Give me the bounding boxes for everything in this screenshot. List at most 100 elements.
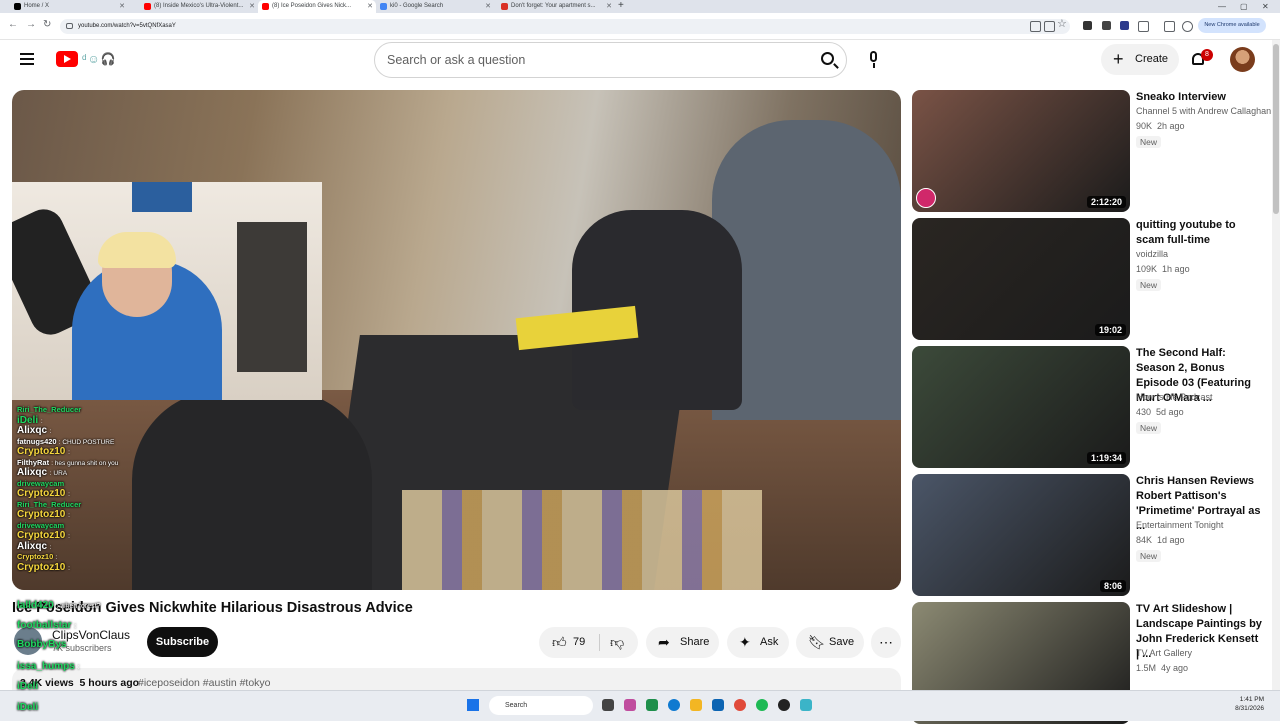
tab-close-icon[interactable]: ✕ <box>606 0 612 13</box>
minimize-button[interactable]: — <box>1218 0 1226 13</box>
share-button[interactable]: ➦ Share <box>646 627 719 658</box>
account-avatar[interactable] <box>1230 47 1255 72</box>
recommendation-item[interactable]: 8:06 Chris Hansen Reviews Robert Pattison… <box>912 474 1272 596</box>
browser-tab[interactable]: (8) Ice Poseidon Gives Nick... ✕ <box>258 0 376 13</box>
edge-icon[interactable] <box>668 699 680 711</box>
search-icon[interactable] <box>821 52 834 65</box>
tab-close-icon[interactable]: ✕ <box>485 0 491 13</box>
recommendation-item[interactable]: 1:19:34 The Second Half: Season 2, Bonus … <box>912 346 1272 468</box>
tab-close-icon[interactable]: ✕ <box>249 0 255 13</box>
recommendation-channel[interactable]: voidzilla <box>1136 249 1272 259</box>
notification-count-badge: 8 <box>1201 49 1213 61</box>
obs-icon[interactable] <box>778 699 790 711</box>
recommendation-channel[interactable]: How Is He Podcast <box>1136 392 1272 402</box>
more-dots-icon: ⋯ <box>879 634 893 650</box>
recommendation-stats: 430 5d ago <box>1136 407 1184 417</box>
chat-username: footballstar <box>17 620 72 631</box>
mail-icon[interactable] <box>712 699 724 711</box>
more-actions-button[interactable]: ⋯ <box>871 627 901 658</box>
recommendation-views: 430 <box>1136 407 1152 417</box>
profile-icon[interactable] <box>1182 21 1193 32</box>
extension-icon-2[interactable] <box>1102 21 1111 30</box>
chat-text: : hes gunna shit on you <box>51 459 119 467</box>
chat-username: Cryptoz10 <box>17 552 54 561</box>
youtube-logo[interactable] <box>56 51 78 67</box>
install-icon[interactable] <box>1044 21 1055 32</box>
ask-button[interactable]: ✦ Ask <box>727 627 789 658</box>
video-thumbnail[interactable]: 2:12:20 <box>912 90 1130 212</box>
chat-message: Cryptoz10 : <box>17 562 167 573</box>
subscribe-button[interactable]: Subscribe <box>147 627 218 657</box>
chat-message: issa_humps : <box>17 661 80 672</box>
video-thumbnail[interactable]: 8:06 <box>912 474 1130 596</box>
spotify-icon[interactable] <box>756 699 768 711</box>
address-bar[interactable]: youtube.com/watch?v=5vtQNfXasaY <box>60 19 1070 34</box>
chat-icon[interactable] <box>646 699 658 711</box>
chat-username: Alixqc <box>17 425 48 436</box>
chat-text: : CHUD POSTURE <box>58 438 115 446</box>
hamburger-menu-icon[interactable] <box>20 53 34 68</box>
recommendation-channel[interactable]: TV Art Gallery <box>1136 648 1272 658</box>
like-dislike-group: 👍︎ 79 👎︎ <box>539 627 638 658</box>
back-button[interactable]: ← <box>8 19 18 30</box>
browser-tab[interactable]: ki0 - Google Search ✕ <box>376 0 494 13</box>
reload-button[interactable]: ↻ <box>43 19 51 30</box>
ask-label: Ask <box>760 636 779 648</box>
voice-search-icon[interactable] <box>866 51 882 69</box>
page-scrollbar[interactable] <box>1272 40 1280 690</box>
extensions-puzzle-icon[interactable] <box>1138 21 1149 32</box>
tab-close-icon[interactable]: ✕ <box>119 0 125 13</box>
update-chrome-badge[interactable]: New Chrome available <box>1198 18 1266 33</box>
recommendation-item[interactable]: 2:12:20 Sneako Interview Channel 5 with An… <box>912 90 1272 212</box>
create-button[interactable]: + Create <box>1101 44 1179 75</box>
taskbar-search[interactable]: Search <box>489 696 593 715</box>
media-controls-icon[interactable] <box>1164 21 1175 32</box>
browser-tab[interactable]: Don't forget: Your apartment s... ✕ <box>497 0 615 13</box>
youtube-doodle[interactable]: ᵈ☺🎧 <box>82 51 124 67</box>
windows-start-icon[interactable] <box>467 699 479 711</box>
recommendation-item[interactable]: 19:02 quitting youtube to scam full-time v… <box>912 218 1272 340</box>
chat-text: : <box>68 512 70 519</box>
widgets-icon[interactable] <box>624 699 636 711</box>
window-close-button[interactable]: ✕ <box>1262 0 1269 13</box>
recommendation-title[interactable]: quitting youtube to scam full-time <box>1136 218 1264 248</box>
recommendation-age: 5d ago <box>1156 407 1184 417</box>
forward-button[interactable]: → <box>26 19 36 30</box>
recommendation-title[interactable]: Sneako Interview <box>1136 90 1264 105</box>
browser-tab[interactable]: Home / X ✕ <box>10 0 128 13</box>
cast-icon[interactable] <box>1030 21 1041 32</box>
system-clock[interactable]: 1:41 PM 8/31/2026 <box>1222 695 1264 713</box>
like-button[interactable]: 👍︎ <box>552 627 567 658</box>
search-input[interactable]: Search or ask a question <box>374 42 847 78</box>
video-thumbnail[interactable]: 19:02 <box>912 218 1130 340</box>
extension-icon-3[interactable] <box>1120 21 1129 30</box>
recommendation-channel[interactable]: Channel 5 with Andrew Callaghan <box>1136 106 1272 116</box>
like-divider <box>599 634 600 651</box>
bookmark-icon: 🔖︎ <box>808 634 826 650</box>
video-thumbnail[interactable]: 1:19:34 <box>912 346 1130 468</box>
task-view-icon[interactable] <box>602 699 614 711</box>
chat-text: : <box>40 417 43 425</box>
scrollbar-thumb[interactable] <box>1273 44 1279 214</box>
chat-message: fatnugs420 : CHUD POSTURE <box>17 436 167 447</box>
notepad-icon[interactable] <box>800 699 812 711</box>
tab-favicon-icon <box>380 3 387 10</box>
save-button[interactable]: 🔖︎ Save <box>796 627 864 658</box>
maximize-button[interactable]: ▢ <box>1240 0 1248 13</box>
extension-icon[interactable] <box>1083 21 1092 30</box>
recommendation-age: 4y ago <box>1161 663 1189 673</box>
new-tab-button[interactable]: + <box>618 0 624 12</box>
bookmark-star-icon[interactable]: ☆ <box>1057 17 1067 30</box>
dislike-button[interactable]: 👎︎ <box>610 627 624 658</box>
chat-text: : <box>68 491 70 498</box>
recommendation-channel[interactable]: Entertainment Tonight <box>1136 520 1272 530</box>
hashtags[interactable]: #iceposeidon #austin #tokyo <box>138 677 271 689</box>
chat-message: drivewaycam <box>17 520 167 531</box>
chat-message: Alixqc : <box>17 425 167 436</box>
tab-close-icon[interactable]: ✕ <box>367 0 373 13</box>
plus-icon: + <box>1113 49 1124 69</box>
chrome-icon[interactable] <box>734 699 746 711</box>
file-explorer-icon[interactable] <box>690 699 702 711</box>
browser-toolbar: ← → ↻ youtube.com/watch?v=5vtQNfXasaY ☆ <box>0 13 1280 40</box>
browser-tab[interactable]: (8) Inside Mexico's Ultra-Violent... ✕ <box>140 0 258 13</box>
